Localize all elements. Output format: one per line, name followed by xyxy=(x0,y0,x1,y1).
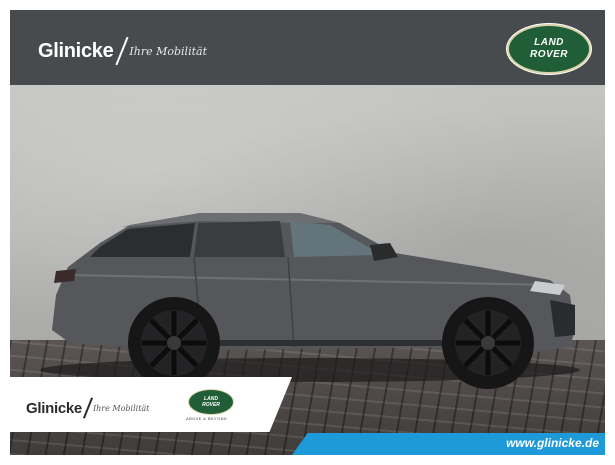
badge-brand-tagline: Ihre Mobilität xyxy=(92,403,150,413)
land-rover-logo: LAND ROVER xyxy=(507,24,591,74)
dealer-badge: Glinicke Ihre Mobilität LAND ROVER ABOVE… xyxy=(10,377,292,432)
tail-light xyxy=(54,269,76,283)
header-bar: Glinicke Ihre Mobilität LAND ROVER xyxy=(10,10,605,85)
listing-image: Glinicke Ihre Mobilität LAND ROVER Glini… xyxy=(10,10,605,455)
brand-slash xyxy=(115,36,129,66)
website-url[interactable]: www.glinicke.de xyxy=(506,436,599,450)
url-bar: www.glinicke.de xyxy=(292,433,605,455)
car-photo: Glinicke Ihre Mobilität LAND ROVER ABOVE… xyxy=(10,85,605,455)
badge-brand-name: Glinicke xyxy=(26,399,82,417)
badge-brand-slash xyxy=(82,397,94,419)
dealer-badge-brand: Glinicke Ihre Mobilität xyxy=(26,397,149,419)
middle-window xyxy=(194,221,285,257)
logo-line1: LAND xyxy=(534,37,564,48)
badge-logo-line2: ROVER xyxy=(202,402,220,408)
badge-motto: ABOVE & BEYOND xyxy=(186,416,228,421)
rear-wheel xyxy=(128,297,220,389)
front-wheel xyxy=(442,297,534,389)
brand-name: Glinicke xyxy=(38,39,114,62)
badge-land-rover-logo: LAND ROVER xyxy=(188,389,234,415)
dealer-brand: Glinicke Ihre Mobilität xyxy=(38,36,207,66)
brand-tagline: Ihre Mobilität xyxy=(129,44,207,58)
logo-line2: ROVER xyxy=(529,49,569,60)
